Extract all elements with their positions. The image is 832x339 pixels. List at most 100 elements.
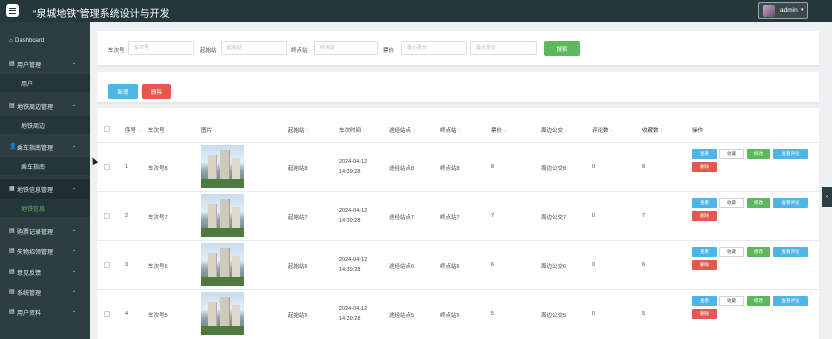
header-end-station[interactable]: 终点站 ↕ [440,126,461,134]
cell-via: 途经站点7 [389,215,415,221]
row-checkbox[interactable] [104,213,110,219]
cell-end: 终点站8 [440,166,460,172]
header-seq[interactable]: 序号 ↕ [125,126,140,134]
sidebar-subitem[interactable]: 地铁周边 [0,116,90,134]
row-checkbox[interactable] [104,262,110,268]
sidebar-item[interactable]: ▤ 地铁周边管理 ⌄ [0,96,90,116]
favorite-button[interactable]: 收藏 [719,198,744,208]
cell-favorites: 5 [642,311,646,317]
view-button[interactable]: 查看 [692,198,717,208]
sidebar-item[interactable]: ▦ 地铁信息管理 ⌄ [0,179,90,199]
view-button[interactable]: 查看 [692,296,717,306]
cell-comments: 0 [592,311,596,317]
header-bus[interactable]: 周边公交 ↕ [541,126,567,134]
view-comments-button[interactable]: 查看评论 [773,247,808,257]
cell-comments: 0 [592,262,596,268]
sidebar-item[interactable]: ▤ 用户管理 ⌄ [0,54,90,74]
lost-found-icon: ▤ [9,248,15,254]
row-delete-button[interactable]: 删除 [692,162,717,172]
data-table: 序号 ↕ 车次号 ↕ 图片 ↕ 起始站 ↕ 车次时间 ↕ 途经站点 ↕ 终点站 ↕ 票价 ↕ 周… [97,108,819,339]
row-delete-button[interactable]: 删除 [692,260,717,270]
select-all-checkbox[interactable] [104,126,110,132]
sidebar-item[interactable]: ▤ 意见反馈 ⌄ [0,262,90,282]
min-fare-input[interactable] [401,41,467,55]
cell-bus: 周边公交5 [541,313,567,319]
cell-seq: 1 [125,164,129,170]
header-favorites[interactable]: 收藏数 ↕ [642,126,663,134]
sidebar-item-label: 用户管理 [17,63,42,69]
cell-start: 起始站5 [288,313,308,319]
favorite-button[interactable]: 收藏 [719,247,744,257]
guide-user-icon: 👤 [9,144,17,150]
view-comments-button[interactable]: 查看评论 [773,198,808,208]
header-train-no[interactable]: 车次号 ↕ [148,126,169,134]
train-no-input[interactable] [128,41,194,55]
train-image [201,243,244,286]
row-delete-button[interactable]: 删除 [692,309,717,319]
sidebar-subitem[interactable]: 用户 [0,74,90,92]
sidebar-item[interactable]: ▤ 用户资料 ⌄ [0,302,90,322]
header-time[interactable]: 车次时间 ↕ [339,126,365,134]
ticket-icon: ▤ [9,228,15,234]
edit-button[interactable]: 修改 [747,149,770,159]
cell-train-no: 车次号8 [148,166,168,172]
view-comments-button[interactable]: 查看评论 [773,149,808,159]
sidebar-item[interactable]: ▤ 系统管理 ⌄ [0,282,90,302]
header-ops: 操作 [692,128,704,134]
header-comments[interactable]: 评论数 ↕ [592,126,613,134]
favorite-button[interactable]: 收藏 [719,296,744,306]
end-station-label: 终点站 [291,48,308,54]
system-icon: ▤ [9,289,15,295]
end-station-input[interactable] [314,41,378,55]
sidebar: ⌂ Dashboard ▤ 用户管理 ⌄ 用户 ▤ 地铁周边管理 ⌄ 地铁周边 👤 乘车指南管理 ⌄ 乘车… [0,22,90,339]
cell-fare: 6 [491,262,495,268]
favorite-button[interactable]: 收藏 [719,149,744,159]
sidebar-item-label: 用户资料 [17,311,42,317]
row-checkbox[interactable] [104,311,110,317]
start-station-input[interactable] [221,41,287,55]
collapse-tab-icon[interactable]: ‹ [822,187,832,207]
view-button[interactable]: 查看 [692,247,717,257]
row-delete-button[interactable]: 删除 [692,211,717,221]
header-image[interactable]: 图片 ↕ [201,126,216,134]
cell-via: 途经站点5 [389,313,415,319]
admin-user-menu[interactable]: admin ▾ [758,2,808,19]
max-fare-input[interactable] [470,41,537,55]
sidebar-item[interactable]: ⌂ Dashboard [0,32,90,52]
view-comments-button[interactable]: 查看评论 [773,296,808,306]
header-start-station[interactable]: 起始站 ↕ [288,126,309,134]
cell-start: 起始站7 [288,215,308,221]
table-row: 4 车次号5 起始站5 2024-04-12 14:39:28 途经站点5 终点站5 5 周边… [97,289,819,338]
edit-button[interactable]: 修改 [747,247,770,257]
header-fare[interactable]: 票价 ↕ [491,126,506,134]
cell-favorites: 8 [642,164,646,170]
cell-bus: 周边公交8 [541,166,567,172]
chevron-down-icon: ⌄ [72,288,77,294]
caret-down-icon: ▾ [801,7,804,13]
sidebar-subitem-label: 乘车指南 [21,165,46,171]
sidebar-item[interactable]: ▤ 购票记录管理 ⌄ [0,221,90,241]
delete-button[interactable]: 删除 [142,84,171,99]
sidebar-item[interactable]: 👤 乘车指南管理 ⌄ [0,137,90,157]
add-button[interactable]: 新增 [108,84,138,99]
edit-button[interactable]: 修改 [747,198,770,208]
sidebar-item-label: 系统管理 [17,291,42,297]
grid-icon: ▤ [9,103,15,109]
cell-time: 2024-04-12 14:39:28 [339,208,368,224]
cell-via: 途经站点8 [389,166,415,172]
view-button[interactable]: 查看 [692,149,717,159]
cell-train-no: 车次号7 [148,215,168,221]
cell-bus: 周边公交7 [541,215,567,221]
header-via[interactable]: 途经站点 ↕ [389,126,415,134]
row-checkbox[interactable] [104,164,110,170]
sidebar-subitem[interactable]: 地铁信息 [0,199,90,217]
search-button[interactable]: 搜索 [544,41,580,56]
sidebar-subitem[interactable]: 乘车指南 [0,157,90,175]
edit-button[interactable]: 修改 [747,296,770,306]
sidebar-item[interactable]: ▤ 失物招领管理 ⌄ [0,241,90,261]
train-image [201,292,244,335]
cell-time: 2024-04-12 14:39:28 [339,257,368,273]
app-title: “泉城地铁”管理系统设计与开发 [33,9,170,20]
hamburger-menu-icon[interactable] [6,4,19,17]
grid-icon: ▦ [9,186,15,192]
